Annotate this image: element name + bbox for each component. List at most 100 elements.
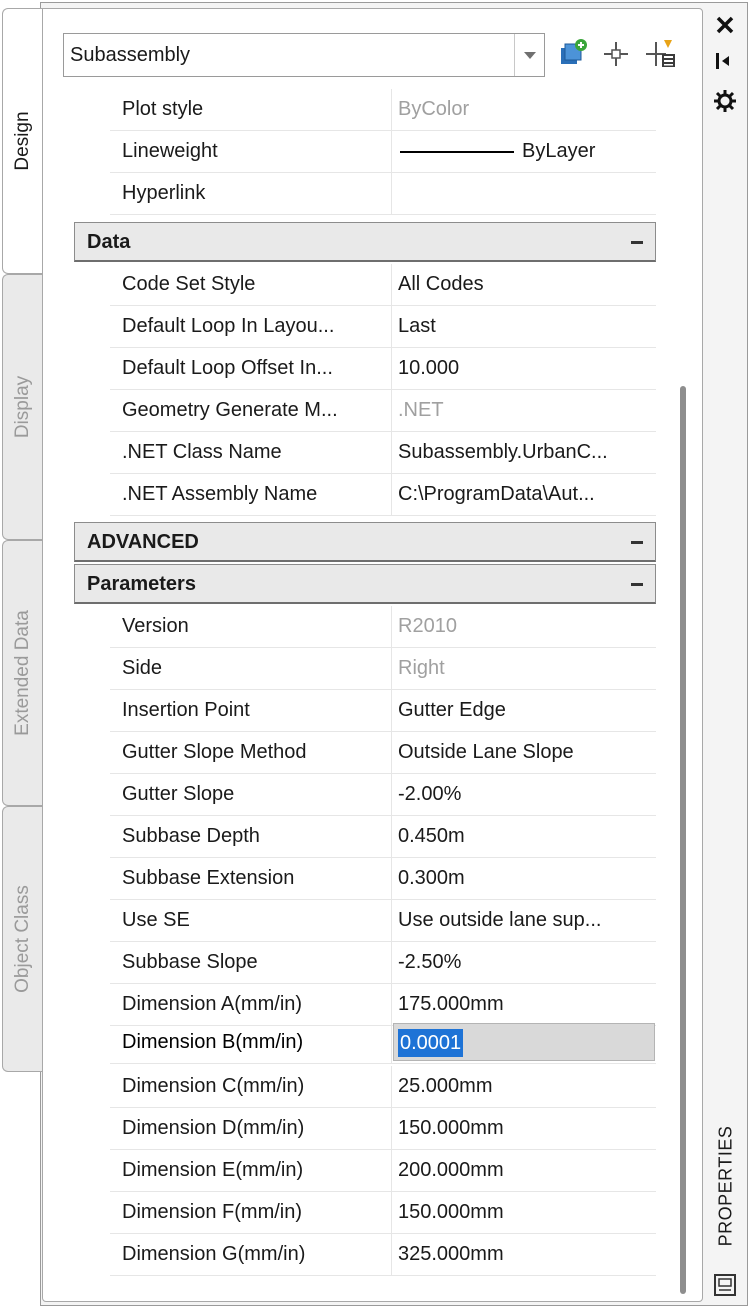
prop-name: Gutter Slope Method bbox=[110, 732, 392, 773]
auto-hide-icon[interactable] bbox=[712, 48, 738, 74]
prop-name: Subbase Depth bbox=[110, 816, 392, 857]
prop-value[interactable]: -2.50% bbox=[392, 942, 656, 983]
prop-row-gutter-slope-method[interactable]: Gutter Slope Method Outside Lane Slope bbox=[110, 732, 656, 774]
dimension-b-edit-value[interactable]: 0.0001 bbox=[398, 1029, 464, 1057]
prop-value[interactable]: C:\ProgramData\Aut... bbox=[392, 474, 656, 515]
prop-row-default-loop-offset[interactable]: Default Loop Offset In... 10.000 bbox=[110, 348, 656, 390]
pick-crosshair-icon[interactable] bbox=[601, 36, 635, 72]
prop-row-default-loop-in-layout[interactable]: Default Loop In Layou... Last bbox=[110, 306, 656, 348]
prop-name: Insertion Point bbox=[110, 690, 392, 731]
prop-name: Dimension B(mm/in) bbox=[110, 1022, 392, 1063]
prop-name: Side bbox=[110, 648, 392, 689]
prop-row-dimension-a[interactable]: Dimension A(mm/in) 175.000mm bbox=[110, 984, 656, 1026]
prop-name: Dimension C(mm/in) bbox=[110, 1066, 392, 1107]
dimension-b-edit-field[interactable]: 0.0001 bbox=[393, 1023, 655, 1061]
quick-select-icon[interactable] bbox=[644, 36, 678, 72]
vertical-scrollbar-thumb[interactable] bbox=[680, 386, 686, 1294]
prop-value[interactable]: 150.000mm bbox=[392, 1192, 656, 1233]
collapse-icon[interactable] bbox=[631, 541, 643, 544]
prop-row-gutter-slope[interactable]: Gutter Slope -2.00% bbox=[110, 774, 656, 816]
prop-value[interactable]: 325.000mm bbox=[392, 1234, 656, 1275]
settings-icon[interactable] bbox=[712, 88, 738, 114]
properties-palette-icon[interactable] bbox=[712, 1272, 738, 1298]
prop-name: Dimension A(mm/in) bbox=[110, 984, 392, 1025]
prop-row-geometry-generate-mode[interactable]: Geometry Generate M... .NET bbox=[110, 390, 656, 432]
prop-value[interactable]: 200.000mm bbox=[392, 1150, 656, 1191]
prop-row-subbase-extension[interactable]: Subbase Extension 0.300m bbox=[110, 858, 656, 900]
tab-extended-data-label: Extended Data bbox=[11, 610, 33, 736]
prop-row-dimension-g[interactable]: Dimension G(mm/in) 325.000mm bbox=[110, 1234, 656, 1276]
prop-row-net-class-name[interactable]: .NET Class Name Subassembly.UrbanC... bbox=[110, 432, 656, 474]
prop-name: Subbase Slope bbox=[110, 942, 392, 983]
prop-name: Gutter Slope bbox=[110, 774, 392, 815]
section-title: Data bbox=[87, 231, 131, 253]
prop-name: Subbase Extension bbox=[110, 858, 392, 899]
prop-row-version[interactable]: Version R2010 bbox=[110, 606, 656, 648]
prop-name: .NET Assembly Name bbox=[110, 474, 392, 515]
prop-value[interactable]: Outside Lane Slope bbox=[392, 732, 656, 773]
prop-value[interactable]: 150.000mm bbox=[392, 1108, 656, 1149]
prop-value[interactable]: 0.300m bbox=[392, 858, 656, 899]
prop-row-subbase-depth[interactable]: Subbase Depth 0.450m bbox=[110, 816, 656, 858]
object-type-dropdown[interactable]: Subassembly bbox=[63, 33, 545, 77]
prop-value[interactable]: 10.000 bbox=[392, 348, 656, 389]
prop-value[interactable] bbox=[392, 173, 656, 214]
prop-row-net-assembly-name[interactable]: .NET Assembly Name C:\ProgramData\Aut... bbox=[110, 474, 656, 516]
prop-value: ByColor bbox=[398, 98, 470, 120]
prop-row-hyperlink[interactable]: Hyperlink bbox=[110, 173, 656, 215]
tab-design[interactable]: Design bbox=[2, 8, 42, 274]
prop-value[interactable]: 175.000mm bbox=[392, 984, 656, 1025]
prop-value[interactable]: Subassembly.UrbanC... bbox=[392, 432, 656, 473]
prop-row-insertion-point[interactable]: Insertion Point Gutter Edge bbox=[110, 690, 656, 732]
prop-row-dimension-d[interactable]: Dimension D(mm/in) 150.000mm bbox=[110, 1108, 656, 1150]
prop-name: .NET Class Name bbox=[110, 432, 392, 473]
close-icon[interactable] bbox=[712, 12, 738, 38]
prop-name: Default Loop Offset In... bbox=[110, 348, 392, 389]
prop-value[interactable]: Use outside lane sup... bbox=[392, 900, 656, 941]
tab-extended-data[interactable]: Extended Data bbox=[2, 540, 42, 806]
collapse-icon[interactable] bbox=[631, 241, 643, 244]
prop-name: Default Loop In Layou... bbox=[110, 306, 392, 347]
add-object-icon[interactable] bbox=[556, 36, 590, 72]
prop-value[interactable]: 0.450m bbox=[392, 816, 656, 857]
prop-name: Dimension E(mm/in) bbox=[110, 1150, 392, 1191]
prop-row-dimension-e[interactable]: Dimension E(mm/in) 200.000mm bbox=[110, 1150, 656, 1192]
prop-name: Code Set Style bbox=[110, 264, 392, 305]
tab-object-class[interactable]: Object Class bbox=[2, 806, 42, 1072]
prop-row-side[interactable]: Side Right bbox=[110, 648, 656, 690]
prop-row-dimension-f[interactable]: Dimension F(mm/in) 150.000mm bbox=[110, 1192, 656, 1234]
section-data-header[interactable]: Data bbox=[74, 222, 656, 262]
prop-row-dimension-c[interactable]: Dimension C(mm/in) 25.000mm bbox=[110, 1066, 656, 1108]
prop-value[interactable]: Last bbox=[392, 306, 656, 347]
prop-name: Dimension D(mm/in) bbox=[110, 1108, 392, 1149]
prop-name: Dimension G(mm/in) bbox=[110, 1234, 392, 1275]
prop-name: Hyperlink bbox=[110, 173, 392, 214]
chevron-down-icon[interactable] bbox=[514, 34, 544, 76]
tab-display-label: Display bbox=[11, 375, 33, 439]
lineweight-sample-icon bbox=[400, 150, 514, 153]
tab-object-class-label: Object Class bbox=[11, 885, 33, 993]
collapse-icon[interactable] bbox=[631, 583, 643, 586]
tab-display[interactable]: Display bbox=[2, 274, 42, 540]
prop-value[interactable]: All Codes bbox=[392, 264, 656, 305]
tab-design-label: Design bbox=[11, 111, 33, 171]
prop-name: Lineweight bbox=[110, 131, 392, 172]
prop-value[interactable]: 25.000mm bbox=[392, 1066, 656, 1107]
prop-row-use-se[interactable]: Use SE Use outside lane sup... bbox=[110, 900, 656, 942]
prop-name: Version bbox=[110, 606, 392, 647]
prop-row-code-set-style[interactable]: Code Set Style All Codes bbox=[110, 264, 656, 306]
section-advanced-header[interactable]: ADVANCED bbox=[74, 522, 656, 562]
section-title: ADVANCED bbox=[87, 531, 199, 553]
lineweight-value: ByLayer bbox=[522, 140, 596, 162]
prop-value[interactable]: ByLayer bbox=[392, 131, 656, 172]
prop-row-lineweight[interactable]: Lineweight ByLayer bbox=[110, 131, 656, 173]
prop-name: Dimension F(mm/in) bbox=[110, 1192, 392, 1233]
prop-name: Plot style bbox=[110, 89, 392, 130]
prop-value[interactable]: Gutter Edge bbox=[392, 690, 656, 731]
section-parameters-header[interactable]: Parameters bbox=[74, 564, 656, 604]
palette-title: PROPERTIES bbox=[715, 1125, 736, 1247]
prop-row-plot-style[interactable]: Plot style ByColor bbox=[110, 89, 656, 131]
prop-value[interactable]: -2.00% bbox=[392, 774, 656, 815]
prop-name: Use SE bbox=[110, 900, 392, 941]
prop-row-subbase-slope[interactable]: Subbase Slope -2.50% bbox=[110, 942, 656, 984]
